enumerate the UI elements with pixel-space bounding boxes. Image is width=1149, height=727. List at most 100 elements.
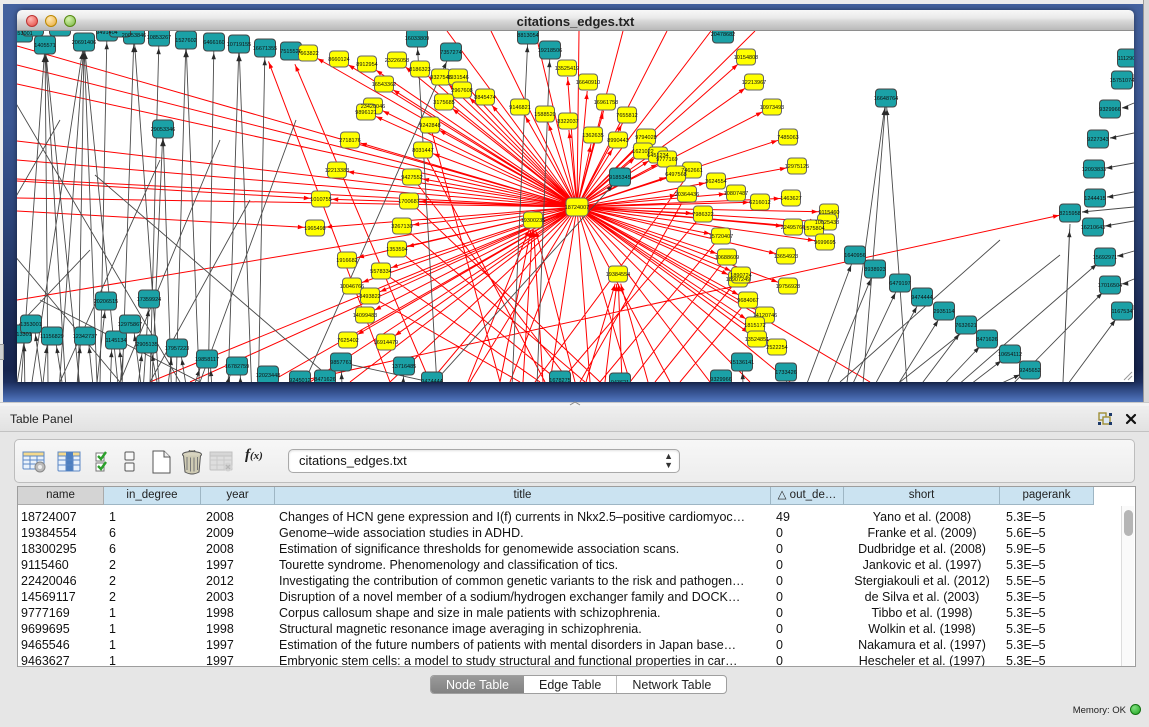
svg-text:13716485: 13716485 — [392, 364, 416, 370]
svg-text:20364436: 20364436 — [675, 192, 699, 198]
svg-text:20053846: 20053846 — [122, 33, 146, 39]
svg-text:8186323: 8186323 — [409, 67, 430, 73]
svg-text:12023448: 12023448 — [256, 373, 280, 379]
svg-text:19300235: 19300235 — [521, 218, 545, 224]
svg-text:9857761: 9857761 — [330, 360, 351, 366]
svg-text:3175685: 3175685 — [433, 100, 454, 106]
svg-text:10046766: 10046766 — [340, 284, 364, 290]
svg-text:7986322: 7986322 — [692, 212, 713, 218]
svg-text:16033809: 16033809 — [405, 36, 429, 42]
svg-text:2522254: 2522254 — [766, 345, 787, 351]
svg-text:23226058: 23226058 — [385, 58, 409, 64]
svg-text:452001: 452001 — [111, 31, 129, 32]
svg-text:9329966: 9329966 — [1099, 107, 1120, 113]
svg-text:9115460: 9115460 — [818, 210, 839, 216]
svg-text:20691406: 20691406 — [72, 40, 96, 46]
svg-text:1815172: 1815172 — [744, 323, 765, 329]
svg-text:9227343: 9227343 — [1087, 137, 1108, 143]
svg-text:9329966: 9329966 — [710, 377, 731, 382]
svg-text:1640956: 1640956 — [844, 253, 865, 259]
svg-text:7655812: 7655812 — [616, 113, 637, 119]
svg-text:16543362: 16543362 — [372, 82, 396, 88]
svg-text:3624554: 3624554 — [705, 179, 726, 185]
svg-text:7485063: 7485063 — [777, 135, 798, 141]
svg-text:6466160: 6466160 — [203, 40, 224, 46]
svg-text:10719155: 10719155 — [227, 42, 251, 48]
svg-text:9777169: 9777169 — [656, 157, 677, 163]
svg-text:9794028: 9794028 — [635, 135, 656, 141]
svg-text:1167534: 1167534 — [1111, 309, 1132, 315]
svg-text:17957223: 17957223 — [165, 346, 189, 352]
svg-text:7625402: 7625402 — [337, 338, 358, 344]
svg-text:9185345: 9185345 — [609, 175, 630, 181]
svg-text:1588520: 1588520 — [534, 112, 555, 118]
svg-text:1112905: 1112905 — [1118, 56, 1134, 62]
svg-text:20478682: 20478682 — [711, 32, 735, 38]
svg-text:12213967: 12213967 — [742, 80, 766, 86]
svg-text:16640910: 16640910 — [576, 80, 600, 86]
svg-text:19756928: 19756928 — [776, 284, 800, 290]
svg-text:1733426: 1733426 — [775, 370, 796, 376]
svg-text:1890724: 1890724 — [730, 273, 751, 279]
svg-text:9245012: 9245012 — [289, 378, 310, 382]
svg-text:18724007: 18724007 — [565, 205, 589, 211]
svg-text:14099483: 14099483 — [353, 313, 377, 319]
svg-text:1463627: 1463627 — [780, 196, 801, 202]
svg-text:15136141: 15136141 — [730, 360, 754, 366]
svg-text:1678275: 1678275 — [549, 378, 570, 382]
svg-text:8031447: 8031447 — [412, 148, 433, 154]
svg-text:9242848: 9242848 — [419, 123, 440, 129]
svg-text:1700687: 1700687 — [398, 199, 419, 205]
svg-text:10688609: 10688609 — [715, 255, 739, 261]
svg-text:6497568: 6497568 — [665, 172, 686, 178]
svg-text:1353001: 1353001 — [17, 31, 33, 37]
svg-text:16961758: 16961758 — [594, 100, 618, 106]
svg-text:11156829: 11156829 — [40, 334, 64, 340]
svg-text:1916682: 1916682 — [336, 258, 357, 264]
svg-text:5578334: 5578334 — [370, 269, 391, 275]
svg-text:2935114: 2935114 — [933, 309, 954, 315]
svg-text:15692971: 15692971 — [1093, 255, 1117, 261]
svg-text:16210643: 16210643 — [1081, 225, 1105, 231]
svg-text:19858117: 19858117 — [195, 357, 219, 363]
svg-text:1145134: 1145134 — [105, 338, 126, 344]
svg-text:8660124: 8660124 — [328, 57, 349, 63]
svg-text:12342737: 12342737 — [73, 334, 97, 340]
svg-text:9245652: 9245652 — [1019, 368, 1040, 374]
svg-text:1575804: 1575804 — [803, 226, 824, 232]
svg-text:9474444: 9474444 — [911, 295, 932, 301]
svg-text:8471626: 8471626 — [976, 337, 997, 343]
svg-text:10654112: 10654112 — [998, 352, 1022, 358]
svg-text:7357274: 7357274 — [440, 50, 461, 56]
svg-text:9474444: 9474444 — [421, 379, 442, 382]
svg-text:10807487: 10807487 — [724, 191, 748, 197]
svg-text:1353001: 1353001 — [20, 322, 41, 328]
svg-text:1965498: 1965498 — [304, 226, 325, 232]
svg-text:1362635: 1362635 — [582, 133, 603, 139]
svg-text:3913301: 3913301 — [17, 332, 32, 338]
svg-text:1405571: 1405571 — [34, 43, 55, 49]
svg-text:12975867: 12975867 — [118, 322, 142, 328]
svg-text:10853267: 10853267 — [147, 35, 171, 41]
svg-text:8322037: 8322037 — [557, 119, 578, 125]
svg-text:10973493: 10973493 — [760, 105, 784, 111]
svg-text:2967608: 2967608 — [451, 88, 472, 94]
svg-text:29053346: 29053346 — [151, 127, 175, 133]
svg-text:8912954: 8912954 — [356, 62, 377, 68]
svg-text:12093833: 12093833 — [1082, 167, 1106, 173]
svg-text:14120746: 14120746 — [753, 313, 777, 319]
svg-text:7663822: 7663822 — [297, 51, 318, 57]
svg-text:9146821: 9146821 — [509, 105, 530, 111]
svg-text:9684067: 9684067 — [737, 298, 758, 304]
svg-text:6216012: 6216012 — [749, 200, 770, 206]
svg-text:9699695: 9699695 — [814, 240, 835, 246]
svg-text:8845474: 8845474 — [474, 95, 495, 101]
svg-text:1010755: 1010755 — [310, 197, 331, 203]
svg-text:16782759: 16782759 — [225, 364, 249, 370]
svg-text:2905135: 2905135 — [136, 342, 157, 348]
svg-text:8471626: 8471626 — [314, 377, 335, 382]
svg-text:1527602: 1527602 — [175, 38, 196, 44]
svg-text:3267130: 3267130 — [391, 224, 412, 230]
svg-text:20206515: 20206515 — [94, 299, 118, 305]
svg-text:19218506: 19218506 — [538, 48, 562, 54]
